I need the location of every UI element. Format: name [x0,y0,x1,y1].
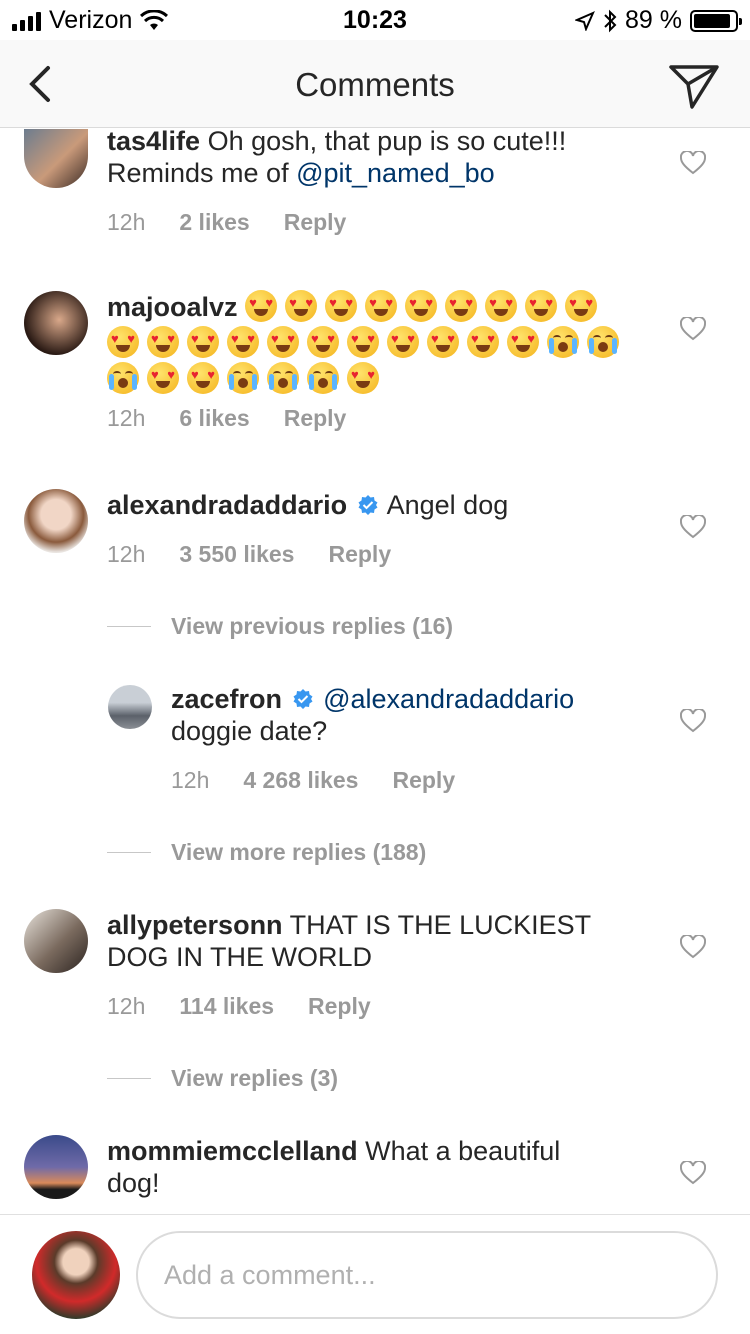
heart-eyes-emoji-icon [325,290,358,322]
avatar[interactable] [24,1135,88,1199]
likes-count[interactable]: 2 likes [179,209,249,236]
comment-time: 12h [107,541,146,567]
current-user-avatar [32,1231,120,1319]
comment-username[interactable]: allypetersonn [107,910,283,940]
bluetooth-icon [604,9,617,32]
comment-text: Oh gosh, that pup is so cute!!! [207,129,567,156]
comment-username[interactable]: zacefron [171,684,282,714]
heart-eyes-emoji-icon [187,362,219,394]
avatar[interactable] [24,489,88,553]
heart-eyes-emoji-icon [525,290,558,322]
likes-count[interactable]: 3 550 likes [179,541,294,568]
view-replies-link[interactable]: View more replies (188) [107,839,426,866]
crying-emoji-icon [267,362,299,394]
crying-emoji-icon [307,362,339,394]
emoji-line [245,290,605,322]
heart-eyes-emoji-icon [387,326,419,358]
page-title: Comments [295,66,455,103]
comment-username[interactable]: majooalvz [107,292,238,322]
navigation-bar: Comments [0,40,750,128]
crying-emoji-icon [227,362,259,394]
mention-link[interactable]: @pit_named_bo [296,158,495,188]
comment-time: 12h [107,993,146,1019]
comment-text: THAT IS THE LUCKIEST [289,910,592,940]
emoji-line [107,362,387,394]
heart-eyes-emoji-icon [267,326,299,358]
comment-time: 12h [171,767,210,793]
comment-text: doggie date? [171,716,328,746]
comment-text: dog! [107,1168,160,1198]
status-bar: Verizon 10:23 89 % [0,0,750,40]
reply-button[interactable]: Reply [284,209,347,236]
avatar[interactable] [24,909,88,973]
heart-outline-icon[interactable] [680,709,706,733]
verified-badge-icon [358,495,378,515]
comment-time: 12h [107,209,146,235]
reply-button[interactable]: Reply [284,405,347,432]
avatar[interactable] [24,291,88,355]
comment-text: Angel dog [386,490,509,520]
heart-outline-icon[interactable] [680,1161,706,1185]
crying-emoji-icon [107,362,139,394]
paper-plane-icon[interactable] [668,62,720,110]
heart-eyes-emoji-icon [347,326,379,358]
comment-username[interactable]: tas4life [107,129,200,156]
heart-eyes-emoji-icon [445,290,478,322]
comment-composer [0,1214,750,1334]
reply-button[interactable]: Reply [308,993,371,1020]
heart-eyes-emoji-icon [467,326,499,358]
heart-eyes-emoji-icon [507,326,539,358]
heart-eyes-emoji-icon [187,326,219,358]
battery-percent: 89 % [625,6,682,34]
emoji-line [107,326,627,358]
heart-outline-icon[interactable] [680,151,706,175]
mention-link[interactable]: @alexandradaddario [323,684,574,714]
reply-button[interactable]: Reply [328,541,391,568]
heart-eyes-emoji-icon [285,290,318,322]
likes-count[interactable]: 4 268 likes [243,767,358,794]
heart-eyes-emoji-icon [427,326,459,358]
heart-eyes-emoji-icon [227,326,259,358]
heart-eyes-emoji-icon [307,326,339,358]
heart-eyes-emoji-icon [347,362,379,394]
heart-eyes-emoji-icon [147,326,179,358]
heart-eyes-emoji-icon [405,290,438,322]
view-replies-link[interactable]: View replies (3) [107,1065,338,1092]
comment-text: Reminds me of [107,158,289,188]
heart-outline-icon[interactable] [680,317,706,341]
comment-time: 12h [107,405,146,431]
likes-count[interactable]: 6 likes [179,405,249,432]
comment-input[interactable] [136,1231,718,1319]
heart-outline-icon[interactable] [680,935,706,959]
reply-button[interactable]: Reply [392,767,455,794]
comments-list[interactable]: tas4life Oh gosh, that pup is so cute!!!… [0,129,750,1213]
comment-username[interactable]: mommiemcclelland [107,1136,358,1166]
heart-eyes-emoji-icon [245,290,278,322]
comment-username[interactable]: alexandradaddario [107,490,347,520]
heart-eyes-emoji-icon [565,290,598,322]
avatar[interactable] [24,129,88,188]
heart-outline-icon[interactable] [680,515,706,539]
crying-emoji-icon [547,326,579,358]
heart-eyes-emoji-icon [107,326,139,358]
heart-eyes-emoji-icon [485,290,518,322]
verified-badge-icon [293,689,313,709]
likes-count[interactable]: 114 likes [179,993,274,1020]
battery-icon [690,9,742,32]
avatar[interactable] [108,685,152,729]
location-arrow-icon [575,10,595,31]
comment-text: DOG IN THE WORLD [107,942,373,972]
heart-eyes-emoji-icon [365,290,398,322]
heart-eyes-emoji-icon [147,362,179,394]
crying-emoji-icon [587,326,619,358]
comment-text: What a beautiful [365,1136,561,1166]
view-replies-link[interactable]: View previous replies (16) [107,613,453,640]
